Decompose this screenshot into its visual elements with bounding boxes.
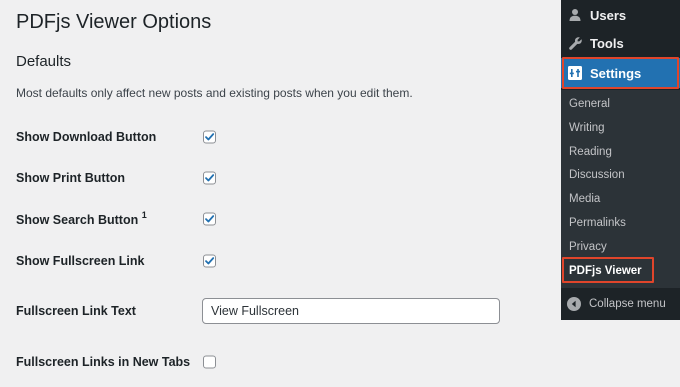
setting-row-new-tabs: Fullscreen Links in New Tabs [16, 350, 516, 374]
fullscreen-link-text-input[interactable] [202, 298, 500, 324]
setting-row-show-search: Show Search Button 1 [16, 207, 516, 231]
show-search-checkbox[interactable] [203, 212, 216, 226]
submenu-item-general[interactable]: General [569, 94, 610, 114]
wrench-icon [567, 35, 583, 51]
submenu-item-permalinks[interactable]: Permalinks [569, 213, 626, 233]
page-title: PDFjs Viewer Options [16, 11, 212, 33]
settings-icon [567, 65, 583, 81]
admin-sidebar: Users Tools Settings General Writing Rea… [561, 0, 680, 320]
checkmark-icon [205, 215, 215, 223]
submenu-item-privacy[interactable]: Privacy [569, 237, 607, 257]
users-icon [567, 7, 583, 23]
collapse-arrow-icon [567, 297, 581, 311]
setting-label: Fullscreen Links in New Tabs [16, 355, 191, 369]
section-title: Defaults [16, 53, 72, 70]
setting-label: Show Download Button [16, 130, 157, 144]
setting-label: Fullscreen Link Text [16, 304, 136, 318]
setting-label: Show Search Button 1 [16, 209, 147, 228]
sidebar-item-label: Users [590, 7, 627, 23]
checkmark-icon [205, 133, 215, 141]
submenu-item-media[interactable]: Media [569, 189, 600, 209]
show-print-checkbox[interactable] [203, 171, 216, 185]
sidebar-item-tools[interactable]: Tools [561, 29, 680, 57]
checkmark-icon [205, 174, 215, 182]
submenu-item-pdfjs-viewer[interactable]: PDFjs Viewer [569, 261, 642, 281]
setting-label: Show Print Button [16, 171, 126, 185]
sidebar-item-users[interactable]: Users [561, 1, 680, 29]
settings-main-panel: PDFjs Viewer Options Defaults Most defau… [0, 0, 560, 387]
section-description: Most defaults only affect new posts and … [16, 86, 413, 100]
setting-row-show-download: Show Download Button [16, 125, 516, 149]
submenu-item-writing[interactable]: Writing [569, 118, 605, 138]
show-fullscreen-checkbox[interactable] [203, 254, 216, 268]
setting-label-text: Show Search Button [16, 213, 139, 228]
sidebar-item-label: Settings [590, 65, 642, 81]
show-download-checkbox[interactable] [203, 130, 216, 144]
setting-row-show-print: Show Print Button [16, 166, 516, 190]
new-tabs-checkbox[interactable] [203, 355, 216, 369]
collapse-menu-button[interactable]: Collapse menu [561, 291, 680, 317]
setting-row-show-fullscreen: Show Fullscreen Link [16, 249, 516, 273]
sidebar-item-settings[interactable]: Settings [561, 58, 680, 88]
collapse-menu-label: Collapse menu [589, 298, 666, 310]
setting-row-fullscreen-text: Fullscreen Link Text [16, 298, 516, 324]
settings-submenu: General Writing Reading Discussion Media… [561, 90, 680, 288]
sidebar-item-label: Tools [590, 35, 624, 51]
setting-label: Show Fullscreen Link [16, 254, 145, 268]
footnote-marker: 1 [141, 209, 147, 220]
submenu-item-reading[interactable]: Reading [569, 142, 612, 162]
submenu-item-discussion[interactable]: Discussion [569, 165, 625, 185]
checkmark-icon [205, 257, 215, 265]
